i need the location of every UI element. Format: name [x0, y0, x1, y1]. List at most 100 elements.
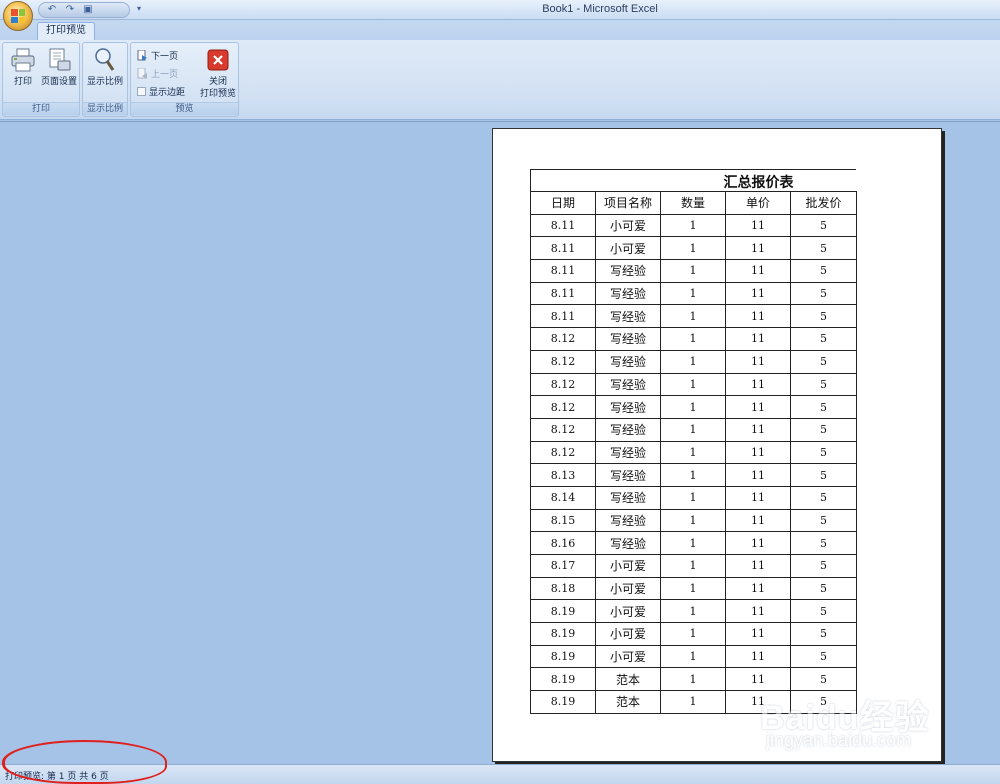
ribbon-tabstrip: 打印预览 [0, 20, 1000, 40]
previous-page-icon [136, 68, 148, 80]
table-cell: 5 [790, 213, 857, 238]
table-cell: 5 [790, 463, 857, 487]
table-cell: 写经验 [595, 417, 661, 442]
sheet-table: 汇总报价表 日期 项目名称 数量 单价 批发价 8.11 小可爱 1 11 5 8.11 小可爱 1 1… [530, 169, 857, 714]
column-header: 单价 [725, 191, 791, 215]
table-cell: 5 [790, 440, 857, 465]
table-row: 8.11 小可爱 1 11 5 [530, 213, 857, 238]
table-cell: 8.11 [530, 213, 596, 238]
table-cell: 8.19 [530, 622, 596, 646]
preview-group: 下一页 上一页 显示边距 关闭 打印预览 预览 [130, 42, 239, 117]
previous-page-button[interactable]: 上一页 [136, 65, 178, 82]
table-cell: 8.12 [530, 440, 596, 465]
show-margins-checkbox[interactable]: 显示边距 [137, 83, 185, 100]
table-cell: 8.11 [530, 281, 596, 306]
table-row: 8.19 小可爱 1 11 5 [530, 644, 857, 669]
table-cell: 5 [790, 667, 857, 692]
table-cell: 11 [725, 508, 791, 533]
table-cell: 1 [660, 236, 726, 261]
table-row: 8.18 小可爱 1 11 5 [530, 576, 857, 601]
table-cell: 1 [660, 327, 726, 351]
page-setup-icon [45, 46, 73, 74]
table-cell: 写经验 [595, 304, 661, 329]
table-cell: 1 [660, 417, 726, 442]
table-cell: 5 [790, 622, 857, 646]
table-cell: 5 [790, 644, 857, 669]
table-cell: 写经验 [595, 281, 661, 306]
zoom-group: 显示比例 显示比例 [82, 42, 128, 117]
header-row: 日期 项目名称 数量 单价 批发价 [530, 191, 857, 215]
table-cell: 8.17 [530, 554, 596, 578]
show-margins-check[interactable] [137, 87, 146, 96]
table-row: 8.11 写经验 1 11 5 [530, 281, 857, 306]
table-cell: 11 [725, 349, 791, 374]
table-cell: 1 [660, 576, 726, 601]
table-cell: 8.14 [530, 485, 596, 510]
table-cell: 1 [660, 508, 726, 533]
table-row: 8.12 写经验 1 11 5 [530, 327, 857, 351]
preview-group-label: 预览 [131, 102, 238, 115]
table-cell: 5 [790, 327, 857, 351]
preview-workarea[interactable]: 汇总报价表 日期 项目名称 数量 单价 批发价 8.11 小可爱 1 11 5 8.11 小可爱 1 1… [0, 121, 1000, 764]
sheet-title: 汇总报价表 [723, 175, 794, 191]
next-page-button[interactable]: 下一页 [136, 47, 178, 64]
table-row: 8.16 写经验 1 11 5 [530, 531, 857, 555]
next-page-label: 下一页 [151, 52, 179, 62]
table-body: 8.11 小可爱 1 11 5 8.11 小可爱 1 11 5 8.11 写经验 1 11 5 8.11 写经验… [530, 213, 857, 714]
print-button-label: 打印 [13, 77, 32, 87]
table-cell: 11 [725, 304, 791, 329]
table-cell: 小可爱 [595, 236, 661, 261]
show-margins-label: 显示边距 [149, 88, 186, 98]
sheet-title-row: 汇总报价表 [530, 169, 856, 191]
table-row: 8.12 写经验 1 11 5 [530, 372, 857, 397]
zoom-button[interactable]: 显示比例 [86, 45, 124, 101]
table-cell: 11 [725, 576, 791, 601]
table-cell: 11 [725, 531, 791, 555]
close-print-preview-button[interactable]: 关闭 打印预览 [197, 45, 239, 101]
table-row: 8.19 小可爱 1 11 5 [530, 622, 857, 646]
column-header: 日期 [530, 191, 596, 215]
table-cell: 写经验 [595, 531, 661, 555]
table-cell: 8.11 [530, 236, 596, 261]
table-cell: 8.13 [530, 463, 596, 487]
print-button[interactable]: 打印 [4, 45, 42, 101]
table-cell: 5 [790, 236, 857, 261]
table-cell: 11 [725, 554, 791, 578]
table-cell: 5 [790, 554, 857, 578]
table-cell: 8.12 [530, 395, 596, 419]
table-cell: 写经验 [595, 372, 661, 397]
table-cell: 11 [725, 259, 791, 283]
table-row: 8.12 写经验 1 11 5 [530, 395, 857, 419]
table-cell: 1 [660, 463, 726, 487]
table-cell: 5 [790, 417, 857, 442]
table-cell: 1 [660, 372, 726, 397]
page-setup-button[interactable]: 页面设置 [39, 45, 79, 101]
print-group-label: 打印 [3, 102, 79, 115]
office-button[interactable] [3, 1, 33, 31]
preview-page[interactable]: 汇总报价表 日期 项目名称 数量 单价 批发价 8.11 小可爱 1 11 5 8.11 小可爱 1 1… [492, 128, 942, 762]
tab-print-preview[interactable]: 打印预览 [37, 22, 95, 40]
table-cell: 5 [790, 395, 857, 419]
table-cell: 写经验 [595, 259, 661, 283]
table-row: 8.13 写经验 1 11 5 [530, 463, 857, 487]
table-cell: 1 [660, 690, 726, 714]
column-header: 项目名称 [595, 191, 661, 215]
table-cell: 11 [725, 281, 791, 306]
table-row: 8.11 小可爱 1 11 5 [530, 236, 857, 261]
table-cell: 1 [660, 281, 726, 306]
table-cell: 8.16 [530, 531, 596, 555]
table-cell: 小可爱 [595, 576, 661, 601]
table-cell: 11 [725, 667, 791, 692]
table-cell: 5 [790, 349, 857, 374]
ribbon: 打印 页面设置 打印 显示比例 显示比例 下一页 上一页 显示边距 关闭 打印预… [0, 40, 1000, 120]
table-cell: 8.19 [530, 644, 596, 669]
table-cell: 11 [725, 644, 791, 669]
table-cell: 11 [725, 417, 791, 442]
table-cell: 小可爱 [595, 599, 661, 624]
table-cell: 11 [725, 236, 791, 261]
table-cell: 5 [790, 485, 857, 510]
table-cell: 1 [660, 622, 726, 646]
table-row: 8.11 写经验 1 11 5 [530, 304, 857, 329]
table-cell: 小可爱 [595, 554, 661, 578]
table-cell: 小可爱 [595, 644, 661, 669]
